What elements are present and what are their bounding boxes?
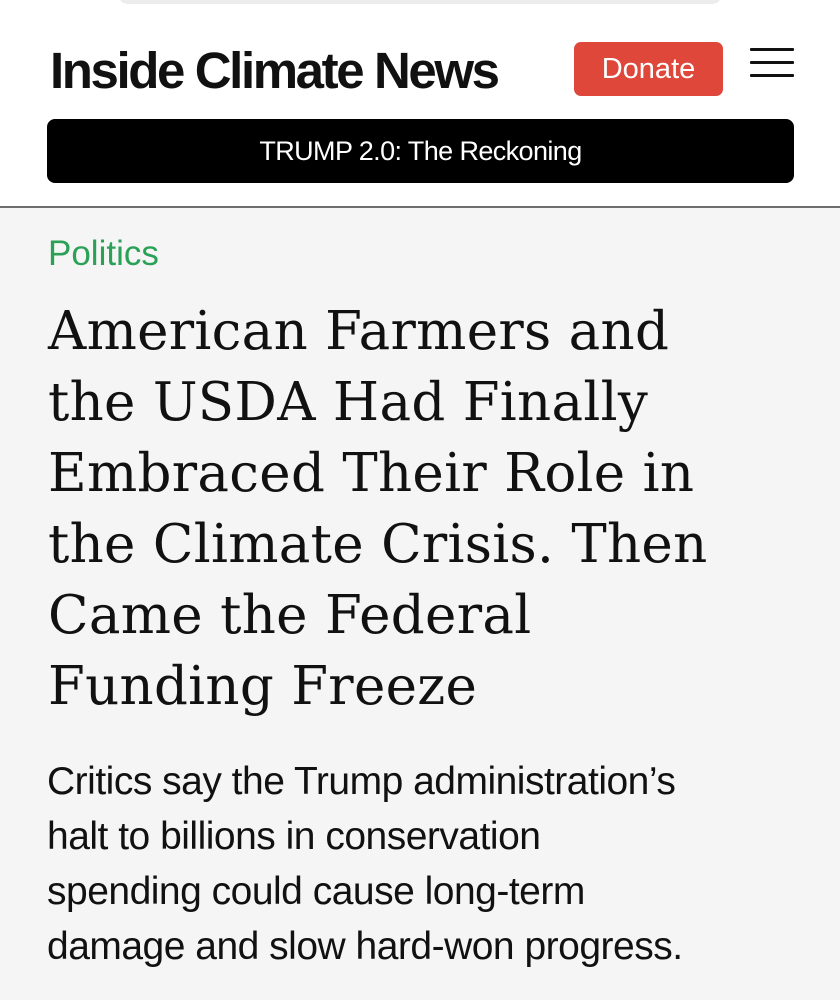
dek-line: Critics say the Trump administration’s: [47, 760, 676, 803]
headline-line: Funding Freeze: [48, 656, 478, 717]
site-logo-title[interactable]: Inside Climate News: [50, 40, 500, 102]
menu-bar-middle: [750, 61, 794, 64]
dek-line: spending could cause long-term: [47, 870, 585, 913]
headline-line: American Farmers and: [48, 301, 670, 362]
dek-line: damage and slow hard-won progress.: [47, 925, 683, 968]
site-header: Inside Climate News Donate TRUMP 2.0: Th…: [0, 0, 840, 208]
category-link[interactable]: Politics: [48, 232, 159, 276]
donate-button[interactable]: Donate: [574, 42, 723, 96]
article-headline: American Farmers and the USDA Had Finall…: [48, 296, 808, 722]
headline-line: Came the Federal: [48, 585, 532, 646]
dek-line: halt to billions in conservation: [47, 815, 541, 858]
menu-bar-bottom: [750, 74, 794, 77]
hamburger-menu-icon[interactable]: [750, 48, 794, 80]
headline-line: Embraced Their Role in: [48, 443, 695, 504]
menu-bar-top: [750, 48, 794, 51]
series-banner-link[interactable]: TRUMP 2.0: The Reckoning: [47, 119, 794, 183]
article-dek: Critics say the Trump administration’s h…: [47, 754, 827, 974]
headline-line: the USDA Had Finally: [48, 372, 649, 433]
browser-top-edge: [118, 0, 722, 4]
headline-line: the Climate Crisis. Then: [48, 514, 708, 575]
